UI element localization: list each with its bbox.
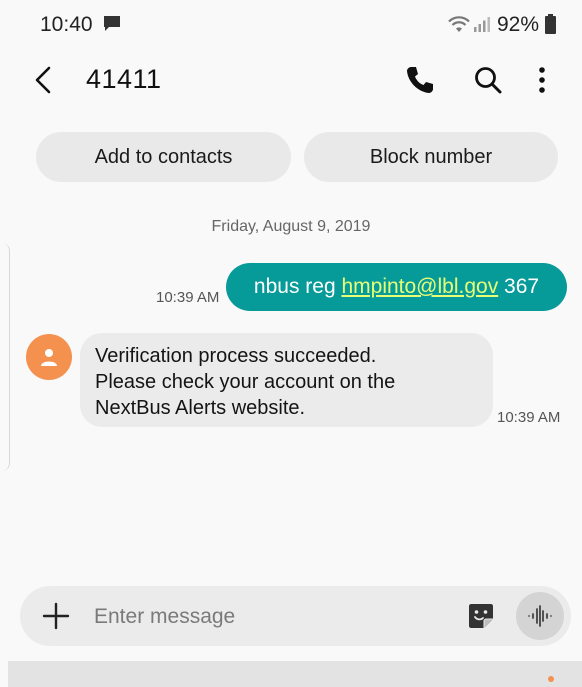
email-link[interactable]: hmpinto@lbl.gov	[341, 275, 498, 299]
left-edge-handle	[0, 243, 10, 471]
message-input[interactable]	[92, 596, 456, 638]
incoming-message-line: NextBus Alerts website.	[95, 397, 306, 419]
incoming-message-line: Please check your account on the	[95, 371, 396, 393]
outgoing-text-prefix: nbus reg	[253, 275, 342, 298]
keyboard-indicator-dot	[548, 676, 554, 682]
conversation-app-bar: 41411	[0, 50, 582, 114]
messaging-screen: 10:40 92% 41411 Add to contacts Block nu…	[0, 0, 582, 687]
outgoing-text-suffix: 367	[498, 275, 540, 298]
outgoing-message-bubble[interactable]: nbus reg hmpinto@lbl.gov 367	[226, 263, 567, 311]
incoming-message-time: 10:39 AM	[497, 409, 561, 426]
message-icon	[104, 16, 120, 31]
signal-icon	[474, 17, 490, 32]
date-divider: Friday, August 9, 2019	[211, 218, 371, 235]
plus-icon[interactable]	[40, 600, 72, 632]
battery-percentage: 92%	[497, 13, 540, 36]
incoming-message-bubble[interactable]: Verification process succeeded. Please c…	[80, 333, 493, 427]
search-icon[interactable]	[472, 64, 504, 96]
person-icon	[41, 349, 57, 366]
voice-input-button[interactable]	[516, 592, 564, 640]
back-button[interactable]	[28, 62, 58, 98]
back-icon	[35, 66, 51, 94]
keyboard-top-strip	[8, 661, 582, 687]
sticker-icon[interactable]	[466, 601, 496, 631]
voice-icon	[528, 605, 552, 627]
phone-icon[interactable]	[404, 64, 436, 96]
status-bar: 10:40 92%	[0, 0, 582, 48]
battery-icon	[545, 14, 556, 34]
outgoing-message-time: 10:39 AM	[156, 289, 220, 306]
conversation-title: 41411	[86, 64, 162, 94]
message-composer	[20, 586, 571, 646]
block-number-button[interactable]: Block number	[304, 132, 558, 182]
status-time: 10:40	[40, 13, 93, 36]
wifi-icon	[448, 16, 470, 32]
more-vertical-icon[interactable]	[528, 64, 556, 96]
incoming-message-line: Verification process succeeded.	[95, 345, 377, 367]
add-to-contacts-button[interactable]: Add to contacts	[36, 132, 291, 182]
sender-avatar[interactable]	[26, 334, 72, 380]
